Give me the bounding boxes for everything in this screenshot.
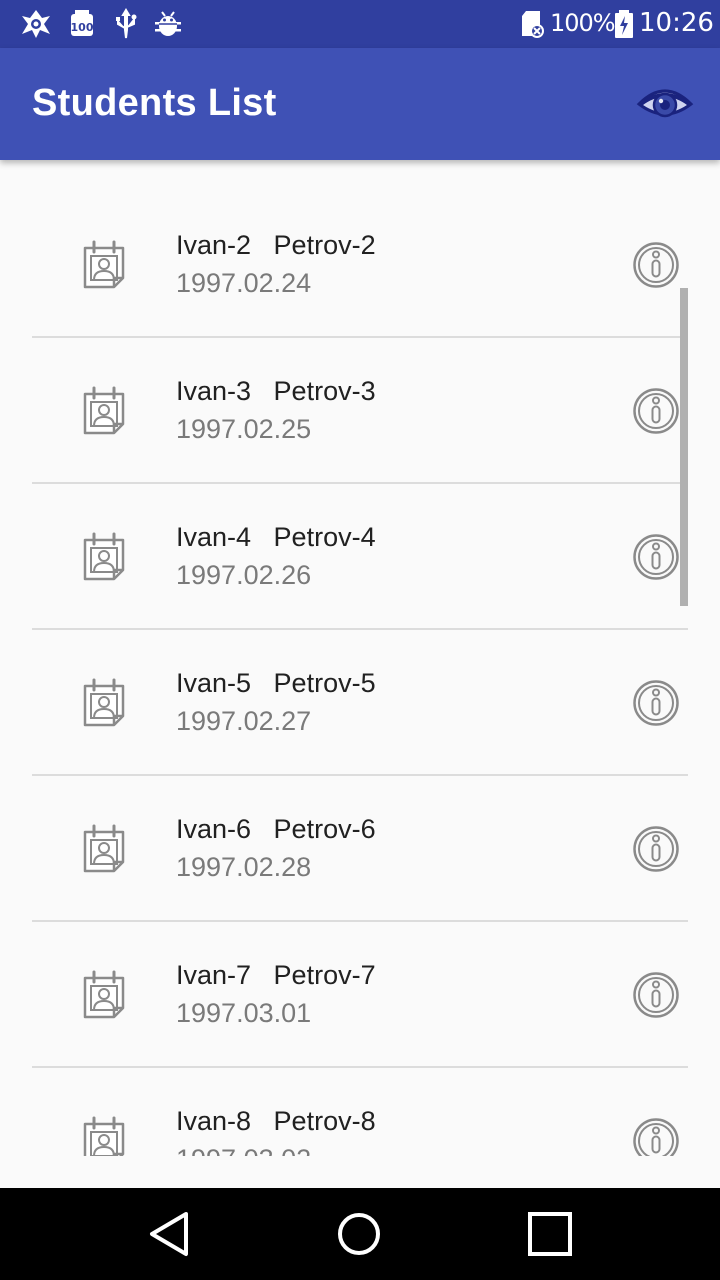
svg-text:100: 100 bbox=[71, 21, 94, 34]
avast-icon bbox=[20, 8, 52, 40]
battery-percent: 100% bbox=[550, 9, 616, 37]
student-birth-date: 1997.02.28 bbox=[176, 852, 312, 882]
list-item[interactable]: Ivan-6 Petrov-6 1997.02.28 bbox=[0, 776, 720, 922]
student-card-icon bbox=[80, 822, 128, 874]
student-birth-date: 1997.02.26 bbox=[176, 560, 312, 590]
student-card-icon bbox=[80, 384, 128, 436]
student-name: Ivan-5 Petrov-5 bbox=[176, 668, 376, 698]
usb-icon bbox=[110, 8, 142, 40]
navigation-bar bbox=[0, 1188, 720, 1280]
hundred-icon: 100 bbox=[66, 8, 98, 40]
list-item[interactable]: Ivan-2 Petrov-2 1997.02.24 bbox=[0, 192, 720, 338]
info-icon[interactable] bbox=[632, 1117, 680, 1156]
info-icon[interactable] bbox=[632, 825, 680, 873]
list-item[interactable]: Ivan-5 Petrov-5 1997.02.27 bbox=[0, 630, 720, 776]
info-icon[interactable] bbox=[632, 971, 680, 1019]
student-card-icon bbox=[80, 968, 128, 1020]
student-birth-date: 1997.03.01 bbox=[176, 998, 312, 1028]
list-item[interactable]: Ivan-7 Petrov-7 1997.03.01 bbox=[0, 922, 720, 1068]
app-bar: Students List bbox=[0, 48, 720, 160]
student-card-icon bbox=[80, 676, 128, 728]
student-card-icon bbox=[80, 1114, 128, 1156]
student-birth-date: 1997.02.27 bbox=[176, 706, 312, 736]
eye-icon[interactable] bbox=[636, 80, 694, 130]
info-icon[interactable] bbox=[632, 679, 680, 727]
student-card-icon bbox=[80, 238, 128, 290]
home-icon[interactable] bbox=[333, 1208, 385, 1260]
student-card-icon bbox=[80, 530, 128, 582]
list-item[interactable]: Ivan-4 Petrov-4 1997.02.26 bbox=[0, 484, 720, 630]
page-title: Students List bbox=[32, 82, 277, 124]
students-list-area[interactable]: Ivan-2 Petrov-2 1997.02.24 Ivan-3 Petrov… bbox=[0, 160, 720, 1156]
info-icon[interactable] bbox=[632, 533, 680, 581]
list-item[interactable]: Ivan-8 Petrov-8 1997.03.02 bbox=[0, 1068, 720, 1156]
battery-charging-icon bbox=[612, 8, 636, 40]
recents-icon[interactable] bbox=[524, 1208, 576, 1260]
clock: 10:26 bbox=[639, 8, 714, 38]
student-birth-date: 1997.02.25 bbox=[176, 414, 312, 444]
back-icon[interactable] bbox=[144, 1208, 196, 1260]
android-debug-icon bbox=[152, 8, 184, 40]
scrollbar[interactable] bbox=[680, 288, 688, 606]
student-list: Ivan-2 Petrov-2 1997.02.24 Ivan-3 Petrov… bbox=[0, 192, 720, 1156]
student-birth-date: 1997.03.02 bbox=[176, 1144, 311, 1156]
student-name: Ivan-7 Petrov-7 bbox=[176, 960, 376, 990]
student-name: Ivan-2 Petrov-2 bbox=[176, 230, 376, 260]
student-name: Ivan-6 Petrov-6 bbox=[176, 814, 376, 844]
student-name: Ivan-3 Petrov-3 bbox=[176, 376, 376, 406]
student-birth-date: 1997.02.24 bbox=[176, 268, 312, 298]
student-name: Ivan-4 Petrov-4 bbox=[176, 522, 376, 552]
list-item[interactable]: Ivan-3 Petrov-3 1997.02.25 bbox=[0, 338, 720, 484]
sd-card-icon bbox=[516, 8, 548, 40]
info-icon[interactable] bbox=[632, 241, 680, 289]
student-name: Ivan-8 Petrov-8 bbox=[176, 1106, 376, 1136]
status-bar: 100 100% 10:26 bbox=[0, 0, 720, 48]
info-icon[interactable] bbox=[632, 387, 680, 435]
